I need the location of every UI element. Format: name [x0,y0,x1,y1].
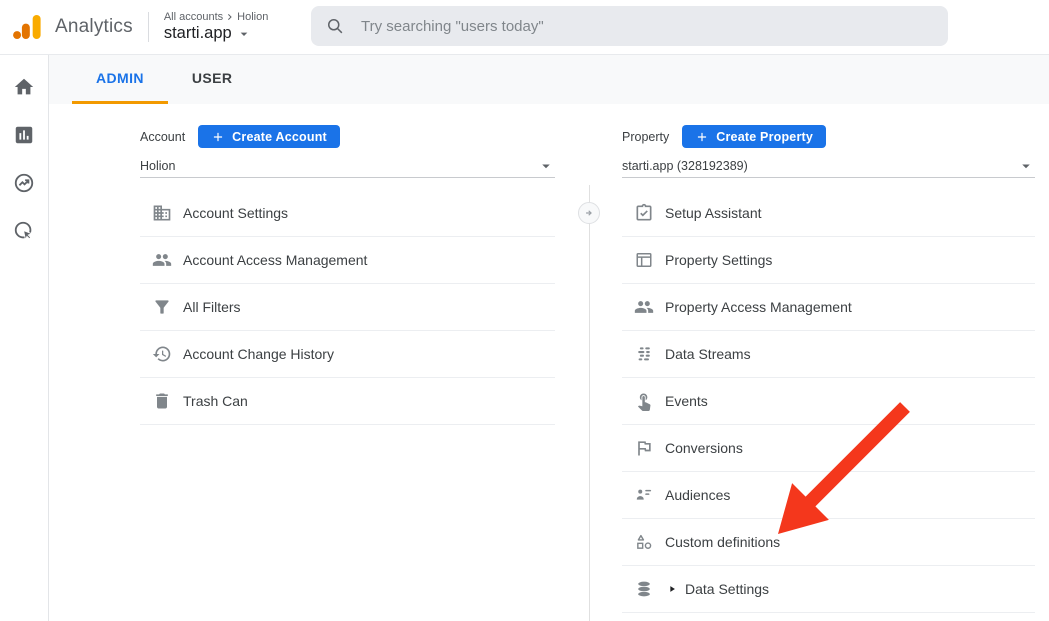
filter-icon [152,297,172,317]
flag-icon [634,438,654,458]
header-divider [148,12,149,42]
plus-icon [695,130,709,144]
chevron-right-icon [224,11,236,23]
breadcrumb-current: Holion [237,11,268,23]
account-menu: Account Settings Account Access Manageme… [140,190,555,425]
advertising-icon [13,229,35,246]
property-column: Property Create Property starti.app (328… [622,104,1035,621]
dropdown-arrow-icon [1017,157,1035,175]
app-header: Analytics All accounts Holion starti.app [0,0,1049,55]
create-account-label: Create Account [232,130,327,144]
people-icon [152,250,172,270]
admin-content: Account Create Account Holion [49,104,1049,621]
nav-item-home[interactable] [13,76,35,98]
menu-item-account-change-history[interactable]: Account Change History [140,331,555,378]
menu-item-audiences[interactable]: Audiences [622,472,1035,519]
person-list-icon [634,485,654,505]
plus-icon [211,130,225,144]
nav-item-reports[interactable] [13,124,35,146]
menu-item-trash-can[interactable]: Trash Can [140,378,555,425]
property-column-label: Property [622,130,669,144]
touch-icon [634,391,654,411]
menu-item-account-settings[interactable]: Account Settings [140,190,555,237]
expand-arrow-icon[interactable] [667,584,677,594]
ga-admin-app: Analytics All accounts Holion starti.app [0,0,1049,621]
menu-item-data-settings[interactable]: Data Settings [622,566,1035,613]
people-icon [634,297,654,317]
shapes-icon [634,532,654,552]
property-column-header: Property Create Property [622,125,826,148]
search-input[interactable] [359,17,934,36]
nav-item-advertising[interactable] [13,220,35,242]
history-icon [152,344,172,364]
menu-item-account-access-management[interactable]: Account Access Management [140,237,555,284]
dropdown-arrow-icon [537,157,555,175]
account-selector-dropdown[interactable]: Holion [140,155,555,178]
left-nav [0,55,49,621]
menu-item-events[interactable]: Events [622,378,1035,425]
reports-icon [13,133,35,150]
search-bar[interactable] [311,6,948,46]
layout-icon [634,250,654,270]
trash-icon [152,391,172,411]
arrow-right-icon [582,206,596,220]
tab-bar: ADMIN USER [49,55,1049,104]
breadcrumb-parent: All accounts [164,11,223,23]
account-switcher-value: starti.app [164,24,269,43]
building-icon [152,203,172,223]
chevron-down-icon [236,26,252,42]
search-icon [325,16,345,36]
streams-icon [634,344,654,364]
create-property-label: Create Property [716,130,813,144]
account-column: Account Create Account Holion [140,104,555,621]
explore-icon [13,181,35,198]
collapse-column-button[interactable] [578,202,600,224]
property-menu: Setup Assistant Property Settings Proper… [622,190,1035,613]
account-column-label: Account [140,130,185,144]
google-analytics-logo-icon [10,10,44,44]
account-selected-value: Holion [140,159,175,173]
create-property-button[interactable]: Create Property [682,125,826,148]
clipboard-check-icon [634,203,654,223]
home-icon [13,85,35,102]
menu-item-setup-assistant[interactable]: Setup Assistant [622,190,1035,237]
menu-item-data-streams[interactable]: Data Streams [622,331,1035,378]
logo-area[interactable]: Analytics [10,10,133,44]
account-column-header: Account Create Account [140,125,340,148]
account-switcher[interactable]: All accounts Holion starti.app [164,11,269,43]
breadcrumb: All accounts Holion [164,11,269,23]
create-account-button[interactable]: Create Account [198,125,340,148]
menu-item-custom-definitions[interactable]: Custom definitions [622,519,1035,566]
nav-item-explore[interactable] [13,172,35,194]
menu-item-all-filters[interactable]: All Filters [140,284,555,331]
menu-item-property-settings[interactable]: Property Settings [622,237,1035,284]
tab-admin[interactable]: ADMIN [72,55,168,104]
property-selector-dropdown[interactable]: starti.app (328192389) [622,155,1035,178]
property-selected-value: starti.app (328192389) [622,159,748,173]
column-divider [589,185,590,621]
product-name: Analytics [55,16,133,38]
database-icon [634,579,654,599]
menu-item-conversions[interactable]: Conversions [622,425,1035,472]
menu-item-property-access-management[interactable]: Property Access Management [622,284,1035,331]
account-switcher-label: starti.app [164,24,232,43]
tab-user[interactable]: USER [168,55,257,104]
